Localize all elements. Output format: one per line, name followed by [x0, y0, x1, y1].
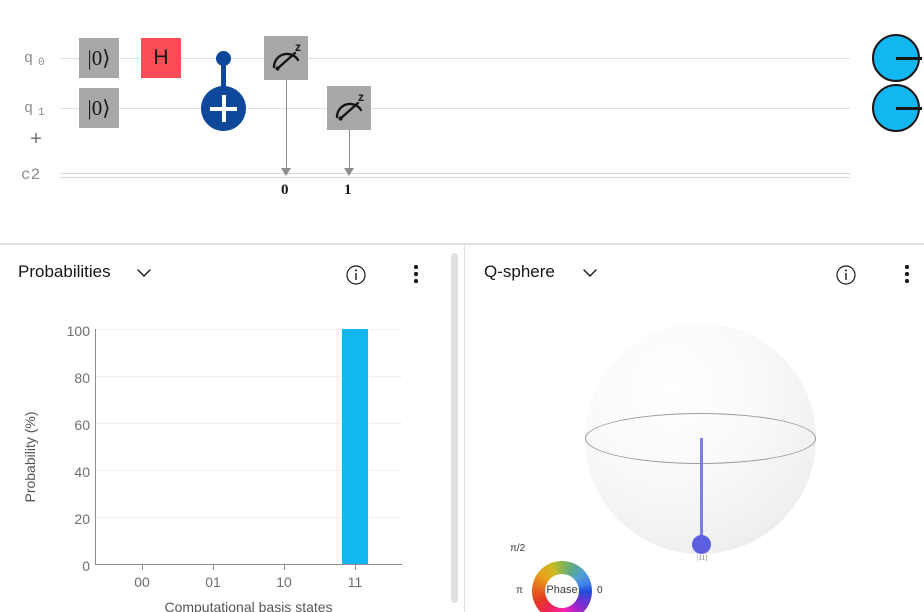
measure-connector-q1	[348, 130, 350, 172]
kebab-dot	[905, 265, 909, 269]
phase-tick-right: 0	[597, 585, 603, 596]
y-tick-100: 100	[66, 323, 90, 339]
qsphere-info-icon[interactable]	[836, 265, 856, 285]
y-tick-80: 80	[74, 370, 90, 386]
state-vector-line	[699, 438, 703, 543]
svg-text:z: z	[358, 90, 364, 104]
qsphere-panel-title[interactable]: Q-sphere	[484, 262, 555, 282]
add-qubit-button[interactable]: +	[27, 129, 45, 149]
bloch-needle-icon	[896, 57, 922, 60]
qubit-label-q1-index: 1	[38, 107, 45, 119]
probabilities-overflow-menu-icon[interactable]	[406, 263, 426, 285]
chevron-down-icon[interactable]	[583, 269, 597, 278]
x-tick-label-11: 11	[347, 574, 363, 590]
qubit-wire-q1	[60, 108, 850, 109]
probabilities-panel: Probabilities Probability (%) 100 80 60 …	[0, 245, 461, 612]
x-tick-label-00: 00	[134, 574, 150, 590]
bloch-needle-icon	[896, 107, 922, 110]
qubit-label-q0-name: q	[24, 50, 34, 67]
svg-text:z: z	[295, 40, 301, 54]
probabilities-info-icon[interactable]	[346, 265, 366, 285]
kebab-dot	[905, 272, 909, 276]
panel-divider	[464, 245, 465, 612]
classical-register-label: c2	[21, 166, 41, 184]
visualization-panels: Probabilities Probability (%) 100 80 60 …	[0, 245, 924, 612]
measure-z-icon: z	[272, 40, 301, 71]
y-tick-40: 40	[74, 464, 90, 480]
qubit-label-q0-index: 0	[38, 57, 45, 69]
chart-x-axis-label: Computational basis states	[164, 599, 333, 612]
phase-wheel-center-label: Phase	[546, 584, 578, 596]
kebab-dot	[414, 265, 418, 269]
kebab-dot	[414, 272, 418, 276]
qubit-label-q0: q0	[24, 50, 45, 69]
chevron-down-icon[interactable]	[137, 269, 151, 278]
y-tick-0: 0	[82, 558, 90, 574]
x-tick-01	[213, 565, 214, 570]
measure-connector-q0	[285, 80, 287, 172]
cnot-target-gate[interactable]	[201, 86, 246, 131]
state-prep-gate-q1[interactable]: |0⟩	[79, 88, 119, 128]
classical-wire-lower	[60, 177, 850, 178]
y-tick-60: 60	[74, 417, 90, 433]
chart-plot-area: 00 01 10 11	[95, 329, 402, 590]
bloch-indicator-q1[interactable]	[872, 84, 922, 132]
qubit-label-q1-name: q	[24, 100, 34, 117]
chart-y-axis	[95, 329, 96, 565]
phase-tick-top: π/2	[510, 543, 526, 554]
bar-11[interactable]	[342, 329, 368, 564]
chart-y-axis-label: Probability (%)	[22, 411, 38, 503]
classical-wire-upper	[60, 173, 850, 174]
probabilities-chart: Probability (%) 100 80 60 40 20 0 00 01 …	[0, 303, 461, 612]
probabilities-panel-header: Probabilities	[0, 245, 461, 303]
phase-tick-left: π	[516, 585, 523, 596]
state-vector-dot[interactable]	[692, 535, 711, 554]
circuit-editor[interactable]: q0 q1 c2 + |0⟩ |0⟩ H z z 0 1	[0, 0, 924, 243]
qsphere-panel: Q-sphere |11⟩ Phase π/2 π 0 3π/2 State	[466, 245, 924, 612]
x-tick-label-10: 10	[276, 574, 292, 590]
measure-gate-q1[interactable]: z	[327, 86, 371, 130]
state-vector-label: |11⟩	[697, 554, 708, 562]
kebab-dot	[414, 279, 418, 283]
kebab-dot	[905, 279, 909, 283]
measure-arrow-q1	[344, 168, 354, 176]
x-tick-00	[142, 565, 143, 570]
hadamard-gate[interactable]: H	[141, 38, 181, 78]
measure-z-icon: z	[335, 90, 364, 121]
bloch-indicator-q0[interactable]	[872, 34, 922, 82]
state-prep-gate-q0[interactable]: |0⟩	[79, 38, 119, 78]
qsphere-overflow-menu-icon[interactable]	[897, 263, 917, 285]
measure-arrow-q0	[281, 168, 291, 176]
x-tick-label-01: 01	[205, 574, 221, 590]
panel-scrollbar[interactable]	[451, 253, 458, 603]
qubit-label-q1: q1	[24, 100, 45, 119]
x-tick-10	[284, 565, 285, 570]
classical-bit-index-1: 1	[344, 182, 352, 198]
x-tick-11	[355, 565, 356, 570]
classical-bit-index-0: 0	[281, 182, 289, 198]
measure-gate-q0[interactable]: z	[264, 36, 308, 80]
qsphere-visualization[interactable]: |11⟩ Phase π/2 π 0 3π/2 State Phase angl…	[466, 303, 924, 612]
y-tick-20: 20	[74, 511, 90, 527]
probabilities-panel-title[interactable]: Probabilities	[18, 262, 111, 282]
